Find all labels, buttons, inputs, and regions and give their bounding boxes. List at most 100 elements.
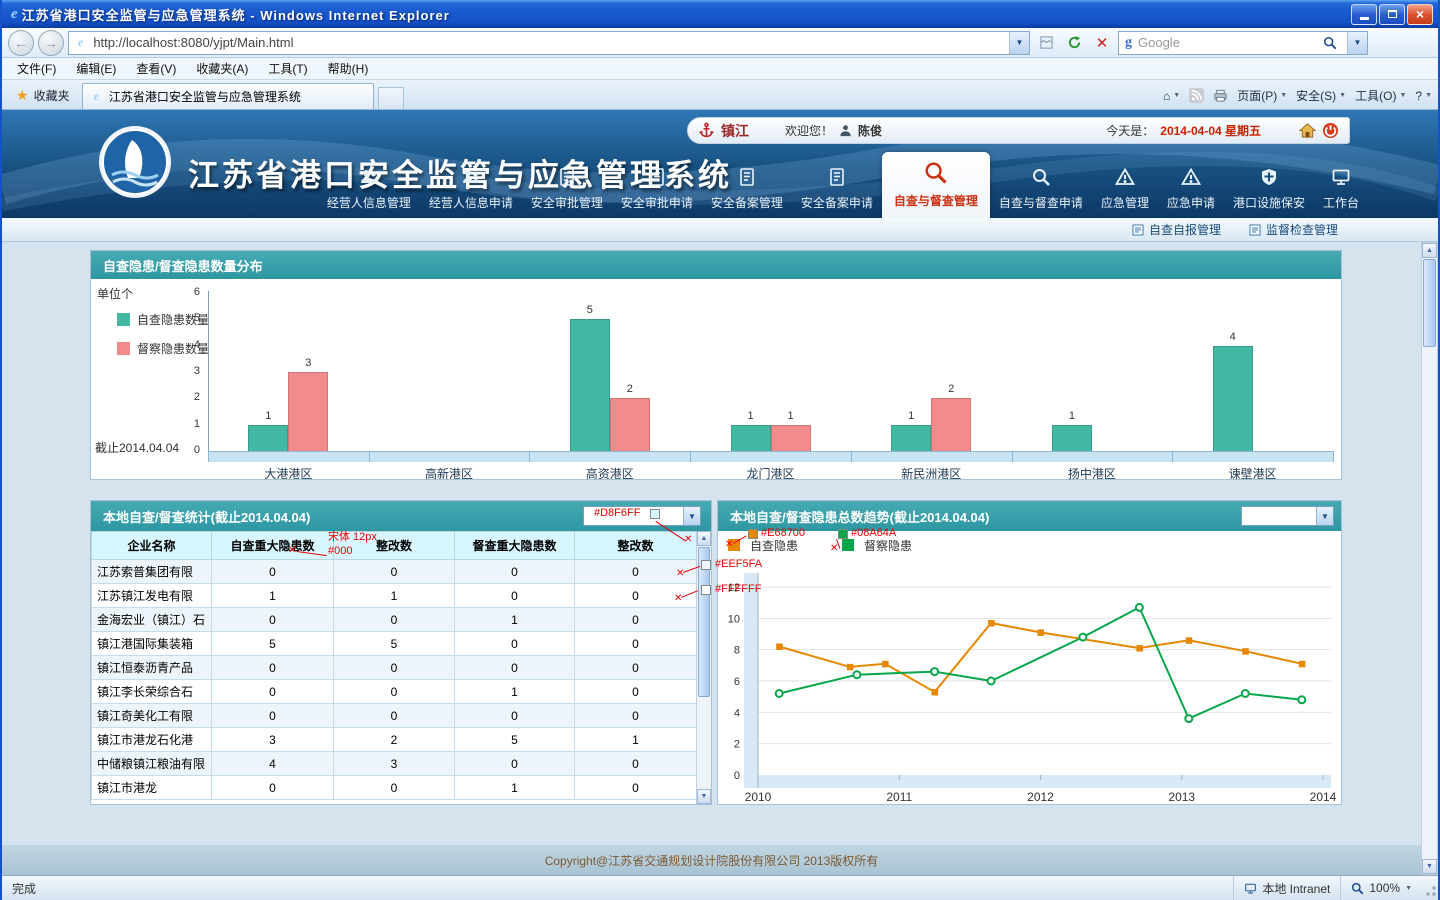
bar-self (1213, 346, 1253, 451)
nav-item-workbench[interactable]: 工作台 (1314, 162, 1368, 218)
tools-menu-button[interactable]: 工具(O)▼ (1355, 87, 1406, 104)
date-label: 今天是： (1106, 122, 1154, 139)
chevron-down-icon[interactable]: ▼ (683, 507, 700, 525)
table-row[interactable]: 镇江市港龙0010 (92, 776, 697, 800)
magnifier-icon (1031, 167, 1051, 190)
cell-value: 0 (455, 560, 575, 584)
menu-edit[interactable]: 编辑(E) (67, 58, 125, 79)
table-scrollbar[interactable]: ▲ ▼ (696, 531, 711, 804)
rss-feed-icon[interactable] (1189, 88, 1204, 103)
nav-item-safety-record-mgmt[interactable]: 安全备案管理 (702, 162, 792, 218)
search-dropdown-button[interactable]: ▼ (1347, 32, 1367, 54)
close-button[interactable]: × (1407, 4, 1433, 25)
nav-item-operator-info-apply[interactable]: 经营人信息申请 (420, 162, 522, 218)
restore-button[interactable] (1379, 4, 1405, 25)
line-filter-select[interactable]: ▼ (1241, 506, 1334, 526)
bar-supervise (610, 398, 650, 451)
print-icon[interactable] (1213, 88, 1228, 103)
address-dropdown-button[interactable]: ▼ (1009, 32, 1029, 54)
bar-value-label: 1 (248, 410, 288, 422)
nav-item-port-facility-security[interactable]: 港口设施保安 (1224, 162, 1314, 218)
menu-favorites[interactable]: 收藏夹(A) (187, 58, 257, 79)
intranet-zone-icon (1244, 882, 1257, 895)
nav-label: 经营人信息申请 (429, 194, 513, 211)
nav-item-selfcheck-supervision-apply[interactable]: 自查与督查申请 (990, 162, 1092, 218)
menu-view[interactable]: 查看(V) (127, 58, 185, 79)
cell-value: 0 (575, 776, 697, 800)
cell-value: 5 (334, 632, 455, 656)
favorites-button[interactable]: ★ 收藏夹 (8, 83, 78, 107)
stop-button[interactable]: ✕ (1090, 31, 1114, 55)
minimize-icon (1360, 17, 1369, 20)
nav-item-operator-info-mgmt[interactable]: 经营人信息管理 (318, 162, 420, 218)
minimize-button[interactable] (1351, 4, 1377, 25)
menu-help[interactable]: 帮助(H) (319, 58, 378, 79)
browser-window: e 江苏省港口安全监管与应急管理系统 - Windows Internet Ex… (0, 0, 1440, 900)
bar-panel-title: 自查隐患/督查隐患数量分布 (103, 256, 263, 275)
bar-value-label: 1 (891, 410, 931, 422)
help-menu-button[interactable]: ?▼ (1415, 89, 1432, 103)
safety-menu-button[interactable]: 安全(S)▼ (1296, 87, 1346, 104)
svg-text:2010: 2010 (745, 790, 772, 804)
compatibility-view-button[interactable] (1034, 31, 1058, 55)
scroll-up-icon[interactable]: ▲ (697, 531, 711, 546)
tab-active[interactable]: e 江苏省港口安全监管与应急管理系统 (82, 83, 374, 109)
monitor-icon (1331, 167, 1351, 190)
chevron-down-icon[interactable]: ▼ (1316, 507, 1333, 525)
nav-item-emergency-mgmt[interactable]: 应急管理 (1092, 162, 1158, 218)
scroll-thumb[interactable] (698, 547, 710, 697)
nav-item-emergency-apply[interactable]: 应急申请 (1158, 162, 1224, 218)
page-menu-button[interactable]: 页面(P)▼ (1237, 87, 1287, 104)
search-submit-button[interactable] (1319, 32, 1341, 54)
cell-company-name: 中储粮镇江粮油有限 (92, 752, 212, 776)
back-button[interactable]: ← (8, 30, 34, 56)
warning-triangle-icon (1115, 167, 1135, 190)
user-name[interactable]: 陈俊 (858, 122, 882, 139)
nav-label: 应急申请 (1167, 194, 1215, 211)
table-header-row: 企业名称 自查重大隐患数 整改数 督查重大隐患数 整改数 (92, 532, 697, 560)
table-row[interactable]: 镇江李长荣综合石0010 (92, 680, 697, 704)
nav-item-safety-approval-apply[interactable]: 安全审批申请 (612, 162, 702, 218)
address-field[interactable]: e http://localhost:8080/yjpt/Main.html ▼ (68, 31, 1030, 55)
bar-self (248, 425, 288, 451)
status-zone: 本地 Intranet (1233, 876, 1340, 900)
page-scrollbar[interactable]: ▲ ▼ (1421, 242, 1438, 875)
nav-item-safety-record-apply[interactable]: 安全备案申请 (792, 162, 882, 218)
table-row[interactable]: 镇江港国际集装箱5500 (92, 632, 697, 656)
sub-nav: 自查自报管理 监督检查管理 (2, 218, 1438, 242)
table-row[interactable]: 镇江市港龙石化港3251 (92, 728, 697, 752)
table-row[interactable]: 金海宏业（镇江）石0010 (92, 608, 697, 632)
resize-grip[interactable] (1422, 876, 1438, 900)
scroll-down-icon[interactable]: ▼ (1422, 859, 1437, 874)
scroll-thumb[interactable] (1423, 259, 1436, 347)
forward-button[interactable]: → (38, 30, 64, 56)
table-row[interactable]: 中储粮镇江粮油有限4300 (92, 752, 697, 776)
subnav-item-self-report-mgmt[interactable]: 自查自报管理 (1132, 221, 1221, 238)
scroll-down-icon[interactable]: ▼ (697, 789, 711, 804)
status-zoom[interactable]: 100% ▼ (1340, 876, 1422, 900)
home-button[interactable]: ⌂▼ (1163, 89, 1180, 103)
table-row[interactable]: 江苏索普集团有限0000 (92, 560, 697, 584)
nav-label: 工作台 (1323, 194, 1359, 211)
table-row[interactable]: 镇江奇美化工有限0000 (92, 704, 697, 728)
table-filter-select[interactable]: ▼ (583, 506, 701, 526)
scroll-up-icon[interactable]: ▲ (1422, 243, 1437, 258)
new-tab-button[interactable] (378, 87, 404, 109)
people-icon (359, 167, 379, 190)
magnifier-icon (923, 160, 948, 188)
menu-file[interactable]: 文件(F) (8, 58, 65, 79)
zoom-icon (1351, 882, 1364, 895)
refresh-button[interactable] (1062, 31, 1086, 55)
portal-home-icon[interactable] (1299, 122, 1316, 139)
table-row[interactable]: 江苏镇江发电有限1100 (92, 584, 697, 608)
ie-logo-icon: e (7, 6, 22, 23)
search-box[interactable]: g Google ▼ (1118, 31, 1368, 55)
menu-tools[interactable]: 工具(T) (259, 58, 316, 79)
logout-power-icon[interactable] (1322, 122, 1339, 139)
nav-item-safety-approval-mgmt[interactable]: 安全审批管理 (522, 162, 612, 218)
subnav-item-supervision-check-mgmt[interactable]: 监督检查管理 (1249, 221, 1338, 238)
nav-label: 自查与督查管理 (894, 192, 978, 209)
table-row[interactable]: 镇江恒泰沥青产品0000 (92, 656, 697, 680)
bar-value-label: 4 (1213, 331, 1253, 343)
nav-item-selfcheck-supervision-mgmt[interactable]: 自查与督查管理 (882, 152, 990, 218)
